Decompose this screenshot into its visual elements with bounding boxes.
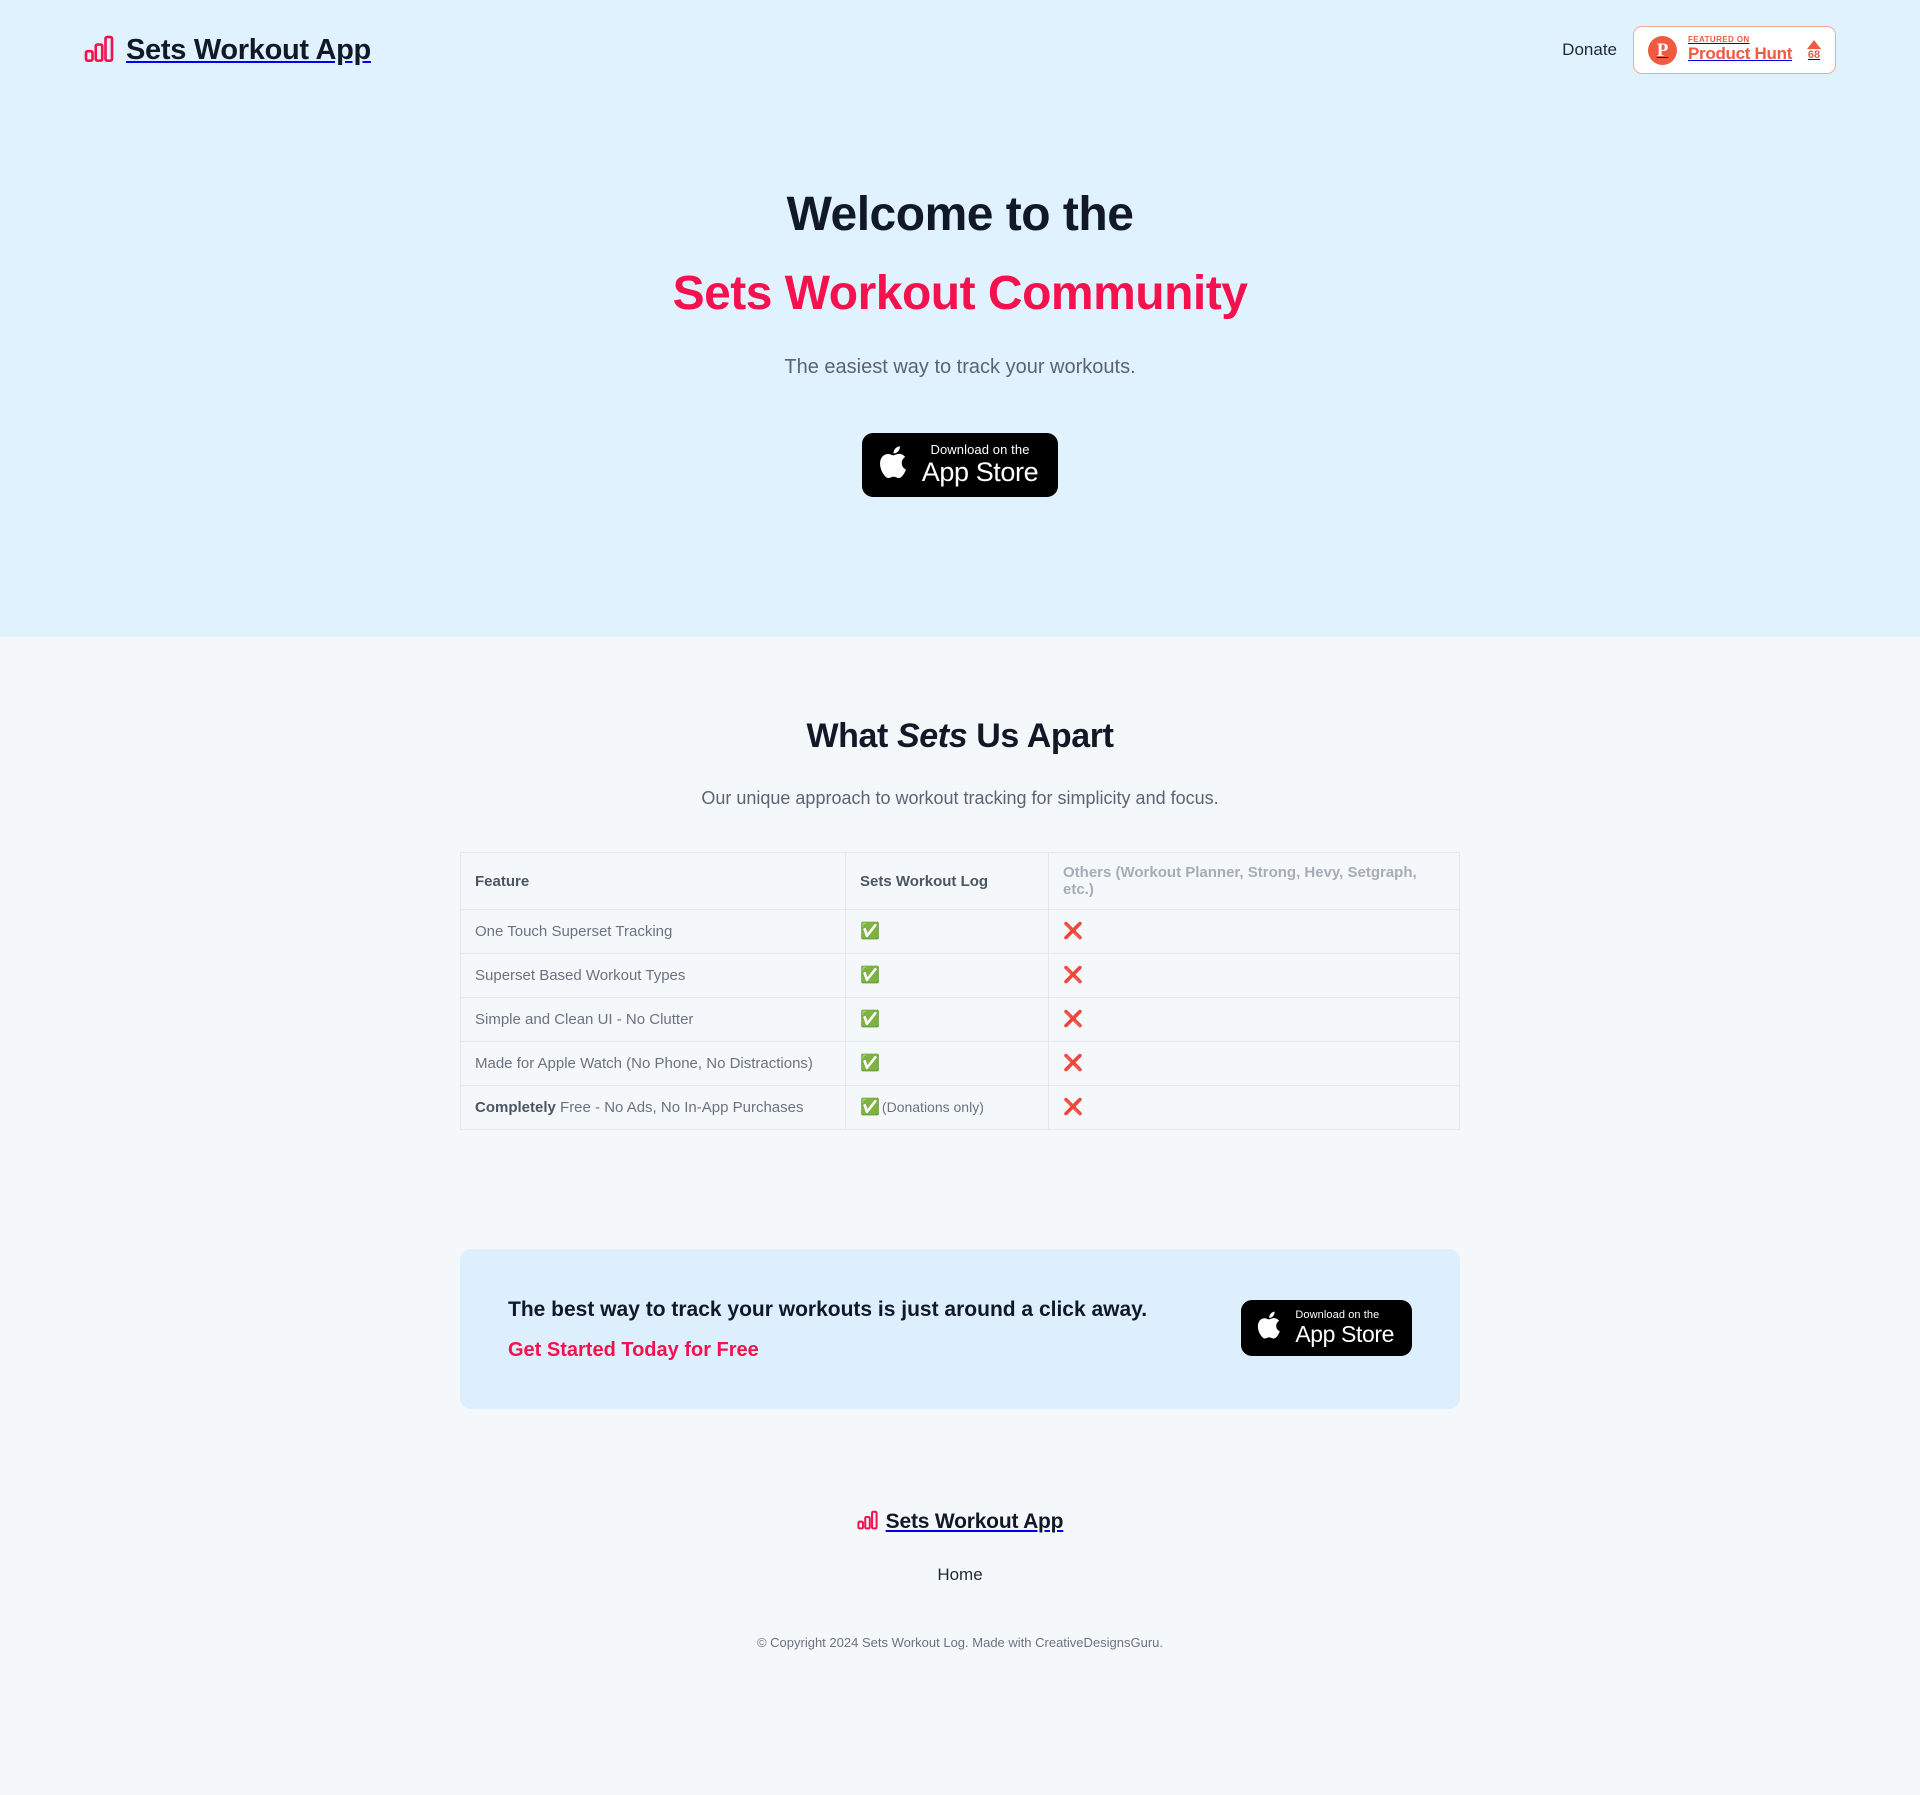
- cell-ours: ✅: [845, 953, 1049, 998]
- footer-link-home[interactable]: Home: [937, 1565, 982, 1584]
- cross-icon: ❌: [1063, 1097, 1083, 1116]
- app-store-download-button-cta[interactable]: Download on the App Store: [1241, 1300, 1412, 1357]
- cell-feature-text: Free - No Ads, No In-App Purchases: [555, 1099, 804, 1116]
- column-header-sets-workout-log: Sets Workout Log: [845, 852, 1049, 910]
- product-hunt-p-icon: P: [1648, 35, 1677, 65]
- cross-icon: ❌: [1063, 1053, 1083, 1072]
- cross-icon: ❌: [1063, 965, 1083, 984]
- cell-feature: Made for Apple Watch (No Phone, No Distr…: [460, 1041, 846, 1086]
- cross-icon: ❌: [1063, 1009, 1083, 1028]
- cell-feature: Completely Free - No Ads, No In-App Purc…: [460, 1085, 846, 1130]
- check-icon: ✅: [860, 1097, 880, 1116]
- brand-logo-link[interactable]: Sets Workout App: [84, 33, 371, 68]
- cell-others: ❌: [1048, 1085, 1460, 1130]
- bar-chart-icon: [84, 33, 114, 68]
- table-row: Simple and Clean UI - No Clutter ✅ ❌: [460, 997, 1460, 1042]
- donate-link[interactable]: Donate: [1562, 40, 1617, 60]
- cta-text-group: The best way to track your workouts is j…: [508, 1295, 1147, 1362]
- app-store-large-label: App Store: [1295, 1320, 1394, 1347]
- page-footer: Sets Workout App Home © Copyright 2024 S…: [0, 1409, 1920, 1650]
- nav-right-group: Donate P FEATURED ON Product Hunt 68: [1562, 26, 1836, 74]
- footer-brand-title: Sets Workout App: [885, 1509, 1064, 1533]
- cell-ours-note: (Donations only): [881, 1099, 984, 1115]
- app-store-label-group: Download on the App Store: [1295, 1308, 1394, 1347]
- product-hunt-text: FEATURED ON Product Hunt: [1688, 35, 1796, 64]
- cell-others: ❌: [1048, 953, 1460, 998]
- table-row: Superset Based Workout Types ✅ ❌: [460, 953, 1460, 998]
- upvote-triangle-icon: [1807, 39, 1821, 49]
- features-title-suffix: Us Apart: [967, 717, 1114, 755]
- column-header-feature: Feature: [460, 852, 846, 910]
- top-navbar: Sets Workout App Donate P FEATURED ON Pr…: [0, 0, 1920, 86]
- comparison-table-head: Feature Sets Workout Log Others (Workout…: [460, 852, 1460, 910]
- cta-headline: The best way to track your workouts is j…: [508, 1298, 1148, 1321]
- app-store-label-group: Download on the App Store: [921, 441, 1039, 487]
- features-subtitle: Our unique approach to workout tracking …: [701, 788, 1219, 808]
- comparison-table-body: One Touch Superset Tracking ✅ ❌ Superset…: [460, 909, 1460, 1130]
- brand-title: Sets Workout App: [126, 33, 371, 66]
- cell-feature: Superset Based Workout Types: [460, 953, 846, 998]
- table-row: One Touch Superset Tracking ✅ ❌: [460, 909, 1460, 954]
- features-title-prefix: What: [806, 717, 898, 755]
- product-hunt-name: Product Hunt: [1688, 44, 1793, 64]
- column-header-others: Others (Workout Planner, Strong, Hevy, S…: [1048, 852, 1460, 910]
- product-hunt-upvote-count: 68: [1807, 48, 1821, 61]
- cell-ours: ✅: [845, 997, 1049, 1042]
- features-title-italic: Sets: [897, 717, 968, 755]
- footer-brand-link[interactable]: Sets Workout App: [857, 1509, 1064, 1535]
- table-header-row: Feature Sets Workout Log Others (Workout…: [460, 852, 1460, 910]
- check-icon: ✅: [860, 1053, 880, 1072]
- features-title: What Sets Us Apart: [0, 717, 1920, 756]
- check-icon: ✅: [860, 921, 880, 940]
- hero-title-line2: Sets Workout Community: [672, 266, 1248, 320]
- app-store-download-button-hero[interactable]: Download on the App Store: [861, 432, 1059, 497]
- cell-ours: ✅ (Donations only): [845, 1085, 1049, 1130]
- hero-content: Welcome to the Sets Workout Community Th…: [0, 86, 1920, 497]
- cell-others: ❌: [1048, 1041, 1460, 1086]
- hero-title-line1: Welcome to the: [786, 188, 1134, 241]
- table-row: Completely Free - No Ads, No In-App Purc…: [460, 1085, 1460, 1130]
- table-row: Made for Apple Watch (No Phone, No Distr…: [460, 1041, 1460, 1086]
- cell-ours: ✅: [845, 1041, 1049, 1086]
- app-store-small-label: Download on the: [1295, 1308, 1380, 1321]
- cell-others: ❌: [1048, 909, 1460, 954]
- bar-chart-icon: [857, 1509, 878, 1535]
- product-hunt-votes: 68: [1807, 39, 1821, 61]
- apple-logo-icon: [879, 443, 911, 486]
- cta-subline: Get Started Today for Free: [508, 1338, 759, 1361]
- hero-section: Sets Workout App Donate P FEATURED ON Pr…: [0, 0, 1920, 637]
- cell-feature-bold: Completely: [475, 1099, 556, 1116]
- cta-banner: The best way to track your workouts is j…: [460, 1249, 1460, 1409]
- app-store-small-label: Download on the: [930, 441, 1030, 457]
- footer-links: Home: [0, 1565, 1920, 1585]
- cell-others: ❌: [1048, 997, 1460, 1042]
- check-icon: ✅: [860, 965, 880, 984]
- cell-feature: Simple and Clean UI - No Clutter: [460, 997, 846, 1042]
- comparison-table-wrapper: Feature Sets Workout Log Others (Workout…: [460, 852, 1460, 1130]
- features-section: What Sets Us Apart Our unique approach t…: [0, 637, 1920, 1650]
- cell-feature: One Touch Superset Tracking: [460, 909, 846, 954]
- check-icon: ✅: [860, 1009, 880, 1028]
- cross-icon: ❌: [1063, 921, 1083, 940]
- footer-copyright: © Copyright 2024 Sets Workout Log. Made …: [756, 1634, 1164, 1650]
- comparison-table: Feature Sets Workout Log Others (Workout…: [460, 852, 1460, 1130]
- cell-ours: ✅: [845, 909, 1049, 954]
- apple-logo-icon: [1257, 1309, 1284, 1346]
- app-store-large-label: App Store: [921, 456, 1039, 487]
- hero-subtitle: The easiest way to track your workouts.: [784, 355, 1136, 378]
- product-hunt-badge[interactable]: P FEATURED ON Product Hunt 68: [1633, 26, 1836, 74]
